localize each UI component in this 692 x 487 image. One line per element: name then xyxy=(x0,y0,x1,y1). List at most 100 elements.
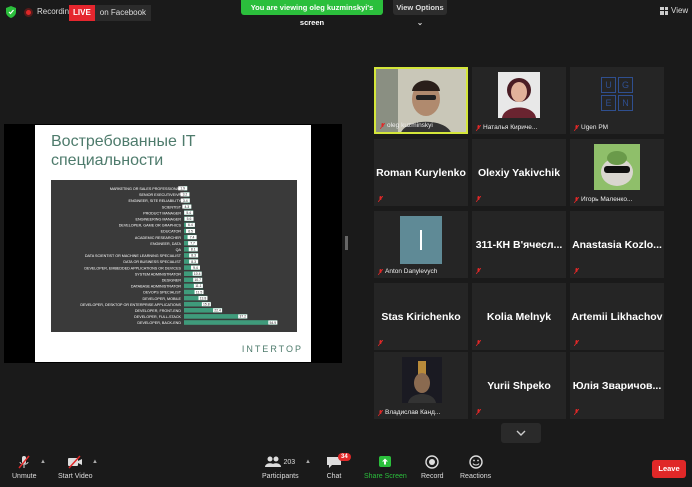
microphone-muted-icon xyxy=(378,340,383,346)
reactions-button[interactable]: Reactions xyxy=(460,455,491,480)
chart-value-label: 1.9 xyxy=(180,187,185,191)
chart-category-label: DEVOPS SPECIALIST xyxy=(143,291,181,295)
participant-name: Anton Danylevych xyxy=(385,268,438,275)
participants-options-caret[interactable]: ▲ xyxy=(305,459,311,465)
recording-label[interactable]: Recording xyxy=(37,7,73,16)
leave-button[interactable]: Leave xyxy=(652,460,686,478)
chart-category-label: DATA OR BUSINESS SPECIALIST xyxy=(123,260,181,264)
participant-name: Anastasia Kozlo... xyxy=(572,238,662,251)
participant-tile[interactable]: Игорь Маленко... xyxy=(570,139,664,206)
participant-avatar xyxy=(498,72,540,118)
chart-value-label: 9.4 xyxy=(193,266,198,270)
zoom-meeting-window: Recording LIVE on Facebook You are viewi… xyxy=(0,0,692,487)
chart-value-label: 4.3 xyxy=(184,205,189,209)
participant-tile[interactable]: Olexiy Yakivchik xyxy=(472,139,566,206)
chart-category-label: DEVELOPER, FRONT-END xyxy=(135,309,181,313)
presentation-slide: Востребованные IT специальности MARKETIN… xyxy=(35,125,311,362)
participant-tile[interactable]: Roman Kurylenko xyxy=(374,139,468,206)
chart-category-label: SYSTEM ADMINISTRATOR xyxy=(135,272,182,276)
view-options-button[interactable]: View Options ⌄ xyxy=(393,0,447,27)
microphone-muted-icon xyxy=(476,409,481,415)
participant-tile[interactable]: oleg kuzminskyi xyxy=(374,67,468,134)
microphone-muted-icon xyxy=(476,340,481,346)
chart-value-label: 8.1 xyxy=(191,248,196,252)
chevron-down-icon: ⌄ xyxy=(416,18,424,27)
participant-tile[interactable]: Владислав Канд... xyxy=(374,352,468,419)
participant-status xyxy=(476,268,481,274)
chart-value-label: 3.2 xyxy=(183,193,188,197)
microphone-muted-icon xyxy=(574,196,579,203)
participant-label: Anton Danylevych xyxy=(378,268,437,275)
chart-category-label: ENGINEER, SITE RELIABILITY xyxy=(129,199,182,203)
chart-value-label: 5.6 xyxy=(187,217,192,221)
participant-tile[interactable]: U G E N Ugen PM xyxy=(570,67,664,134)
participant-label: oleg kuzminskyi xyxy=(380,122,433,129)
microphone-muted-icon xyxy=(574,409,579,415)
participant-tile[interactable]: Наталья Кириче... xyxy=(472,67,566,134)
record-button[interactable]: Record xyxy=(421,455,444,480)
participant-tile[interactable]: 311-КН В'ячесл... xyxy=(472,211,566,278)
chart-value-label: 7.7 xyxy=(190,242,195,246)
splitter-handle[interactable] xyxy=(345,236,348,250)
microphone-muted-icon xyxy=(476,124,481,131)
participant-name: Artemii Likhachov xyxy=(571,310,663,323)
chart-category-label: ACADEMIC RESEARCHER xyxy=(135,236,181,240)
audio-options-caret[interactable]: ▲ xyxy=(40,459,46,465)
participant-label: Наталья Кириче... xyxy=(476,124,537,131)
chart-category-label: DESIGNER xyxy=(162,279,182,283)
participants-button[interactable]: 203 Participants xyxy=(262,455,299,480)
participant-name: oleg kuzminskyi xyxy=(387,122,433,129)
gallery-next-button[interactable] xyxy=(501,423,541,443)
participant-name: Владислав Канд... xyxy=(385,409,441,416)
participant-label: Ugen PM xyxy=(574,124,608,131)
participant-status xyxy=(476,196,481,202)
participant-tile[interactable]: Yurii Shpeko xyxy=(472,352,566,419)
participant-name: Stas Kirichenko xyxy=(381,310,461,323)
participant-tile[interactable]: Anastasia Kozlo... xyxy=(570,211,664,278)
chart-category-label: SCIENTIST xyxy=(162,205,182,209)
view-options-label: View Options xyxy=(396,3,444,12)
participant-status xyxy=(574,409,579,415)
shared-screen[interactable]: Востребованные IT специальности MARKETIN… xyxy=(4,124,342,363)
chart-value-label: 22.4 xyxy=(214,309,221,313)
reactions-icon xyxy=(468,455,483,469)
chevron-down-icon xyxy=(516,430,526,436)
view-button[interactable]: View xyxy=(660,6,688,15)
participant-avatar xyxy=(400,216,442,264)
participant-name: 311-КН В'ячесл... xyxy=(475,238,563,251)
participants-count: 203 xyxy=(283,458,296,466)
video-off-icon xyxy=(68,455,83,469)
participant-status xyxy=(476,409,481,415)
participant-tile[interactable]: Stas Kirichenko xyxy=(374,283,468,350)
share-screen-button[interactable]: Share Screen xyxy=(364,455,407,480)
live-badge: LIVE xyxy=(69,5,95,21)
participant-tile[interactable]: Kolia Melnyk xyxy=(472,283,566,350)
unmute-button[interactable]: Unmute xyxy=(12,455,37,480)
video-options-caret[interactable]: ▲ xyxy=(92,459,98,465)
start-video-button[interactable]: Start Video xyxy=(58,455,93,480)
participant-name: Kolia Melnyk xyxy=(486,310,552,323)
intertop-logo: INTERTOP xyxy=(241,344,303,354)
chart-value-label: 15.8 xyxy=(203,303,210,307)
chart-value-label: 5.4 xyxy=(186,211,191,215)
share-screen-icon xyxy=(379,456,392,467)
participant-name: Юлія Зваричов... xyxy=(572,379,662,392)
chart-value-label: 13.8 xyxy=(200,296,207,300)
bar-chart: MARKETING OR SALES PROFESSIONAL 1.9 SENIOR… xyxy=(51,180,297,332)
chart-value-label: 8.3 xyxy=(191,260,196,264)
share-screen-label: Share Screen xyxy=(364,473,407,480)
participant-name: Roman Kurylenko xyxy=(376,166,466,179)
chart-category-label: ENGINEER, DATA xyxy=(150,242,181,246)
participant-tile[interactable]: Юлія Зваричов... xyxy=(570,352,664,419)
chart-value-label: 10.7 xyxy=(194,278,201,282)
live-stream-indicator[interactable]: LIVE on Facebook xyxy=(69,5,152,21)
top-bar: Recording LIVE on Facebook You are viewi… xyxy=(0,0,692,27)
microphone-muted-icon xyxy=(476,268,481,274)
shield-icon[interactable] xyxy=(6,6,16,18)
participant-tile[interactable]: Artemii Likhachov xyxy=(570,283,664,350)
participant-tile[interactable]: Anton Danylevych xyxy=(374,211,468,278)
chart-value-label: 10.4 xyxy=(194,272,201,276)
chart-category-label: DEVELOPER, FULL-STACK xyxy=(134,315,181,319)
microphone-muted-icon xyxy=(18,455,30,469)
chart-value-label: 11.1 xyxy=(195,284,201,288)
